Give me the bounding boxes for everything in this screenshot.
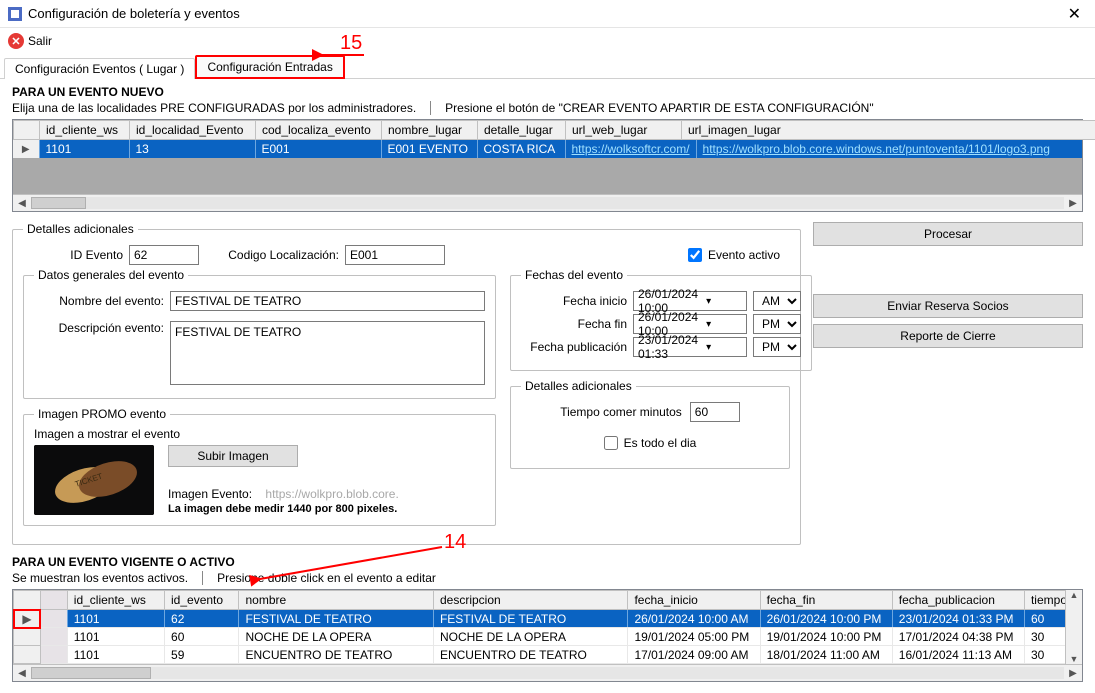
- titlebar: Configuración de boletería y eventos ✕: [0, 0, 1095, 28]
- fechas-evento-group: Fechas del evento Fecha inicio 26/01/202…: [510, 268, 812, 371]
- fecha-pub-input[interactable]: 23/01/2024 01:33▾: [633, 337, 747, 357]
- es-todo-dia-checkbox[interactable]: [604, 436, 618, 450]
- row-indicator-icon: ▶: [14, 610, 41, 628]
- nombre-evento-label: Nombre del evento:: [34, 294, 164, 308]
- desc-evento-label: Descripción evento:: [34, 321, 164, 335]
- imagen-promo-sub: Imagen a mostrar el evento: [34, 427, 485, 441]
- section-active-heading: PARA UN EVENTO VIGENTE O ACTIVO: [12, 555, 1083, 569]
- eventos-activos-grid[interactable]: id_cliente_ws id_evento nombre descripci…: [12, 589, 1083, 682]
- datos-generales-group: Datos generales del evento Nombre del ev…: [23, 268, 496, 399]
- enviar-reserva-button[interactable]: Enviar Reserva Socios: [813, 294, 1083, 318]
- tiempo-comer-label: Tiempo comer minutos: [560, 405, 682, 419]
- section-active-hint1: Se muestran los eventos activos.: [12, 571, 188, 585]
- tab-config-eventos[interactable]: Configuración Eventos ( Lugar ): [4, 58, 195, 79]
- grid1-row[interactable]: ▶ 1101 13 E001 E001 EVENTO COSTA RICA ht…: [13, 140, 1082, 158]
- window-title: Configuración de boletería y eventos: [28, 6, 240, 21]
- fecha-fin-ampm[interactable]: PM: [753, 314, 801, 334]
- evento-activo-checkbox[interactable]: [688, 248, 702, 262]
- tiempo-comer-input[interactable]: [690, 402, 740, 422]
- detalles-extra-group: Detalles adicionales Tiempo comer minuto…: [510, 379, 790, 469]
- imagen-promo-group: Imagen PROMO evento Imagen a mostrar el …: [23, 407, 496, 526]
- fecha-pub-ampm[interactable]: PM: [753, 337, 801, 357]
- procesar-button[interactable]: Procesar: [813, 222, 1083, 246]
- grid1-hscroll[interactable]: ◀ ▶: [13, 194, 1082, 211]
- grid2-header-row: id_cliente_ws id_evento nombre descripci…: [14, 591, 1066, 610]
- subir-imagen-button[interactable]: Subir Imagen: [168, 445, 298, 467]
- grid2-row[interactable]: 1101 59 ENCUENTRO DE TEATRO ENCUENTRO DE…: [14, 646, 1066, 664]
- desc-evento-input[interactable]: FESTIVAL DE TEATRO: [170, 321, 485, 385]
- promo-image: TICKET: [34, 445, 154, 515]
- row-indicator-icon: ▶: [13, 140, 39, 158]
- grid2-hscroll[interactable]: ◀ ▶: [13, 664, 1082, 681]
- fecha-inicio-input[interactable]: 26/01/2024 10:00▾: [633, 291, 747, 311]
- evento-activo-label: Evento activo: [708, 248, 780, 262]
- fecha-fin-input[interactable]: 26/01/2024 10:00▾: [633, 314, 747, 334]
- imagen-evento-label: Imagen Evento:: [168, 487, 252, 501]
- section-new-hint2: Presione el botón de "CREAR EVENTO APART…: [445, 101, 873, 115]
- section-new-heading: PARA UN EVENTO NUEVO: [12, 85, 1083, 99]
- grid1-header-row: id_cliente_ws id_localidad_Evento cod_lo…: [14, 121, 1095, 140]
- app-icon: [8, 7, 22, 21]
- calendar-icon[interactable]: ▾: [702, 342, 746, 353]
- calendar-icon[interactable]: ▾: [702, 296, 746, 307]
- separator: [202, 571, 203, 585]
- exit-icon: ✕: [8, 33, 24, 49]
- localidades-grid[interactable]: id_cliente_ws id_localidad_Evento cod_lo…: [12, 119, 1083, 212]
- reporte-cierre-button[interactable]: Reporte de Cierre: [813, 324, 1083, 348]
- detalles-adicionales-group: Detalles adicionales ID Evento Codigo Lo…: [12, 222, 801, 545]
- toolbar: ✕ Salir: [0, 28, 1095, 54]
- separator: [430, 101, 431, 115]
- scroll-left-icon[interactable]: ◀: [15, 668, 29, 679]
- grid2-row[interactable]: 1101 60 NOCHE DE LA OPERA NOCHE DE LA OP…: [14, 628, 1066, 646]
- section-active-hint2: Presione doble click en el evento a edit…: [217, 571, 436, 585]
- url-web-link[interactable]: https://wolksoftcr.com/: [572, 142, 690, 156]
- exit-button[interactable]: Salir: [28, 34, 52, 48]
- grid2-row[interactable]: ▶ 1101 62 FESTIVAL DE TEATRO FESTIVAL DE…: [14, 610, 1066, 628]
- grid2-vscroll[interactable]: ▲ ▼: [1065, 590, 1082, 664]
- url-imagen-link[interactable]: https://wolkpro.blob.core.windows.net/pu…: [703, 142, 1050, 156]
- scroll-right-icon[interactable]: ▶: [1066, 198, 1080, 209]
- imagen-dim-hint: La imagen debe medir 1440 por 800 pixele…: [168, 503, 485, 515]
- nombre-evento-input[interactable]: [170, 291, 485, 311]
- tabs: Configuración Eventos ( Lugar ) Configur…: [0, 54, 1095, 79]
- cod-loc-label: Codigo Localización:: [219, 248, 339, 262]
- id-evento-input[interactable]: [129, 245, 199, 265]
- scroll-left-icon[interactable]: ◀: [15, 198, 29, 209]
- window-close-button[interactable]: ✕: [1060, 2, 1089, 26]
- imagen-evento-url: https://wolkpro.blob.core.: [265, 487, 398, 501]
- section-new-hint1: Elija una de las localidades PRE CONFIGU…: [12, 101, 416, 115]
- es-todo-dia-label: Es todo el dia: [624, 436, 697, 450]
- id-evento-label: ID Evento: [23, 248, 123, 262]
- scroll-right-icon[interactable]: ▶: [1066, 668, 1080, 679]
- calendar-icon[interactable]: ▾: [702, 319, 746, 330]
- fecha-inicio-ampm[interactable]: AM: [753, 291, 801, 311]
- tab-config-entradas[interactable]: Configuración Entradas: [195, 55, 344, 79]
- cod-loc-input[interactable]: [345, 245, 445, 265]
